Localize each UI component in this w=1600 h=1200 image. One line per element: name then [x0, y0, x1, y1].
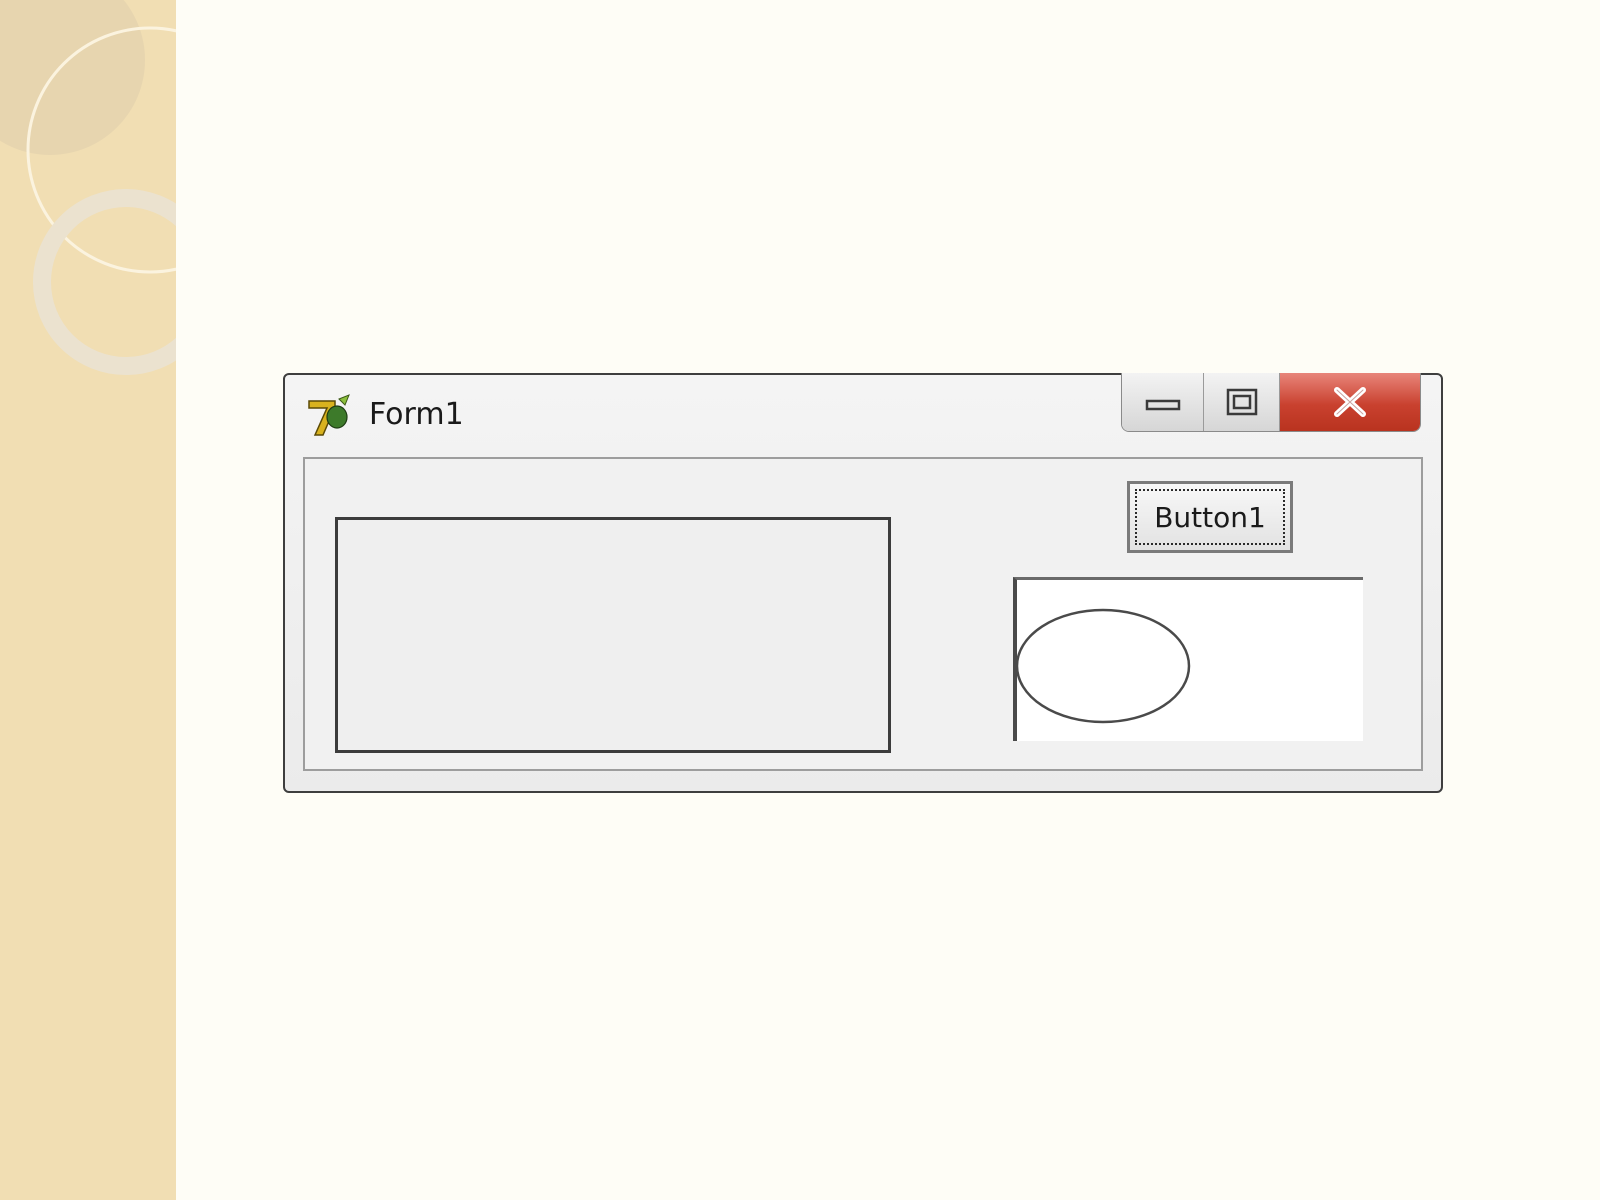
- caption-buttons: [1121, 373, 1421, 432]
- button1[interactable]: Button1: [1127, 481, 1293, 553]
- window-titlebar[interactable]: Form1: [285, 373, 1441, 457]
- decorative-side-band: [0, 0, 176, 1200]
- maximize-icon: [1226, 388, 1257, 416]
- delphi-helmet-icon: [305, 393, 351, 441]
- close-icon: [1334, 387, 1366, 417]
- button1-label: Button1: [1135, 489, 1285, 545]
- minimize-button[interactable]: [1122, 373, 1204, 431]
- form1-window: Form1 Button1: [283, 373, 1443, 793]
- maximize-button[interactable]: [1204, 373, 1280, 431]
- close-button[interactable]: [1280, 373, 1420, 431]
- decorative-circles: [0, 0, 176, 375]
- rectangle-shape[interactable]: [335, 517, 891, 753]
- paintbox-canvas[interactable]: [1013, 577, 1363, 741]
- window-title: Form1: [369, 397, 464, 432]
- minimize-icon: [1145, 399, 1180, 411]
- slide-canvas: Form1 Button1: [0, 0, 1600, 1200]
- form-client-area: Button1: [303, 457, 1423, 771]
- ellipse-drawing: [1017, 608, 1191, 724]
